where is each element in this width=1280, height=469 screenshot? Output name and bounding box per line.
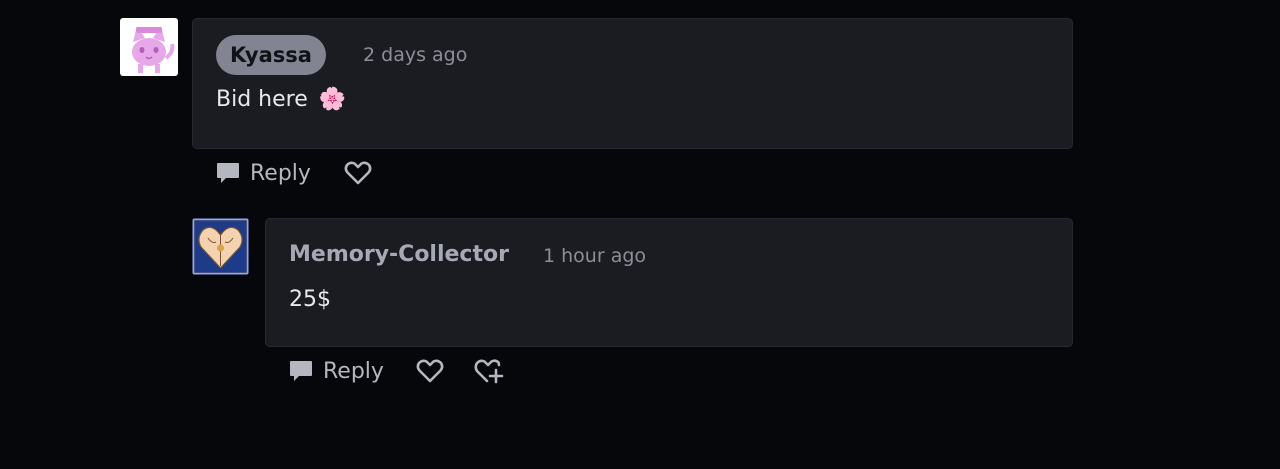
kyassa-avatar[interactable]: [120, 18, 178, 76]
comment-thread: Kyassa 2 days ago Bid here 🌸 Reply Memor…: [0, 0, 1280, 469]
reply-button[interactable]: Reply: [215, 158, 311, 188]
reply-label: Reply: [250, 160, 311, 186]
comment-card: Kyassa 2 days ago Bid here 🌸: [192, 18, 1073, 149]
comment-body: 25$: [289, 287, 331, 312]
cherry-blossom-emoji: 🌸: [318, 87, 347, 112]
reply-label: Reply: [323, 358, 384, 384]
comment-timestamp[interactable]: 2 days ago: [363, 40, 467, 70]
award-button[interactable]: [474, 357, 504, 385]
comment-card: Memory-Collector 1 hour ago 25$: [265, 218, 1073, 347]
memory-collector-avatar[interactable]: [192, 218, 249, 275]
heart-icon: [416, 359, 444, 383]
speech-bubble-icon: [217, 163, 239, 183]
reply-button[interactable]: Reply: [288, 356, 384, 386]
comment-author[interactable]: Memory-Collector: [289, 240, 509, 270]
speech-bubble-icon: [290, 361, 312, 381]
like-button[interactable]: [344, 160, 372, 186]
comment-body: Bid here 🌸: [216, 85, 346, 115]
comment-timestamp[interactable]: 1 hour ago: [543, 241, 646, 271]
like-button[interactable]: [416, 358, 444, 384]
comment-author[interactable]: Kyassa: [216, 35, 326, 75]
heart-hands-avatar-image: [192, 218, 249, 275]
cat-avatar-image: [120, 18, 178, 76]
comment-text: Bid here: [216, 87, 308, 112]
heart-icon: [344, 161, 372, 185]
award-icon: [474, 359, 504, 384]
